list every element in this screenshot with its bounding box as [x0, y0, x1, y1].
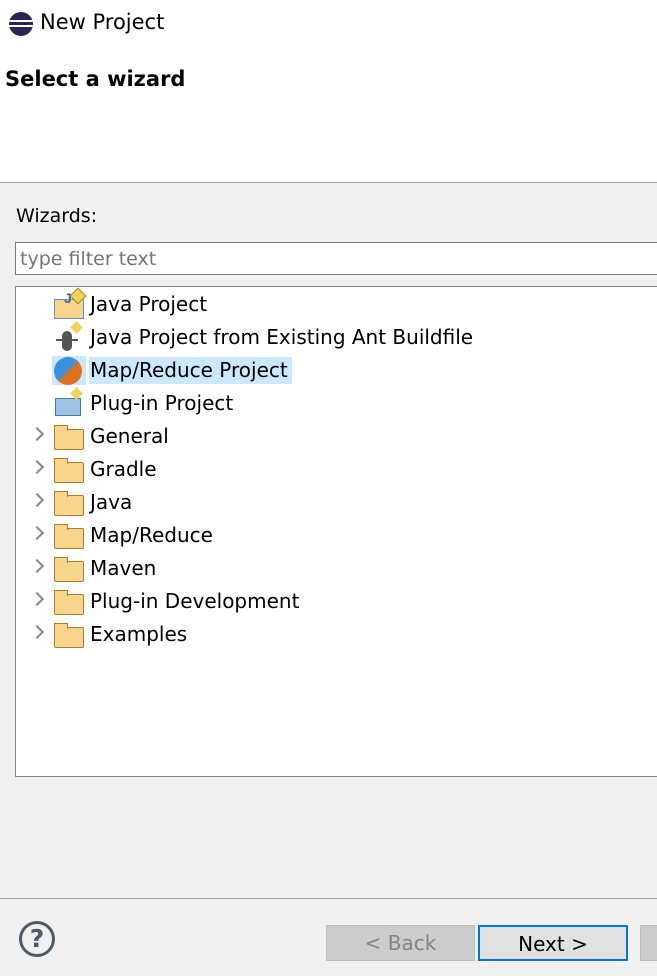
tree-item[interactable]: Map/Reduce — [16, 519, 657, 552]
window-title: New Project — [40, 10, 165, 34]
folder-icon — [54, 623, 84, 648]
tree-item-label: Examples — [90, 622, 188, 646]
chevron-right-icon[interactable] — [29, 558, 45, 574]
page-subtitle: Select a wizard — [5, 67, 186, 91]
tree-item-label: Plug-in Project — [90, 391, 234, 415]
finish-button[interactable] — [640, 925, 657, 961]
back-button[interactable]: < Back — [326, 925, 475, 961]
tree-item[interactable]: Plug-in Project — [16, 387, 657, 420]
chevron-right-icon[interactable] — [29, 492, 45, 508]
chevron-right-icon[interactable] — [29, 426, 45, 442]
eclipse-icon — [9, 12, 33, 36]
folder-icon — [54, 458, 84, 483]
tree-item-label: Map/Reduce — [90, 523, 213, 547]
chevron-right-icon[interactable] — [29, 624, 45, 640]
tree-item-label: Java Project — [90, 292, 208, 316]
folder-icon — [54, 590, 84, 615]
tree-item[interactable]: Map/Reduce Project — [16, 354, 657, 387]
tree-item-label: General — [90, 424, 169, 448]
tree-item[interactable]: Java Project from Existing Ant Buildfile — [16, 321, 657, 354]
mapreduce-icon — [52, 356, 86, 385]
plugin-project-icon — [52, 387, 86, 418]
folder-icon — [54, 524, 84, 549]
java-project-icon: J — [52, 287, 87, 319]
wizards-label: Wizards: — [16, 205, 98, 227]
tree-item-label: Plug-in Development — [90, 589, 300, 613]
tree-item-label: Gradle — [90, 457, 157, 481]
separator — [0, 898, 657, 899]
tree-item[interactable]: Examples — [16, 618, 657, 651]
help-icon[interactable]: ? — [19, 921, 55, 957]
filter-input[interactable] — [15, 242, 657, 275]
tree-item[interactable]: Gradle — [16, 453, 657, 486]
tree-item-label: Maven — [90, 556, 157, 580]
chevron-right-icon[interactable] — [29, 459, 45, 475]
tree-item[interactable]: J Java Project — [16, 287, 657, 321]
wizard-tree[interactable]: J Java Project Java Project from Existing … — [15, 286, 657, 777]
tree-item[interactable]: Plug-in Development — [16, 585, 657, 618]
tree-item-label: Map/Reduce Project — [89, 357, 292, 384]
ant-icon — [52, 321, 86, 352]
folder-icon — [54, 425, 84, 450]
tree-item-label: Java — [90, 490, 133, 514]
tree-item[interactable]: General — [16, 420, 657, 453]
chevron-right-icon[interactable] — [29, 525, 45, 541]
wizard-header: New Project Select a wizard — [0, 0, 657, 183]
tree-item[interactable]: Java — [16, 486, 657, 519]
folder-icon — [54, 557, 84, 582]
chevron-right-icon[interactable] — [29, 591, 45, 607]
tree-item-label: Java Project from Existing Ant Buildfile — [90, 325, 474, 349]
next-button[interactable]: Next > — [478, 925, 628, 961]
folder-icon — [54, 491, 84, 516]
tree-item[interactable]: Maven — [16, 552, 657, 585]
